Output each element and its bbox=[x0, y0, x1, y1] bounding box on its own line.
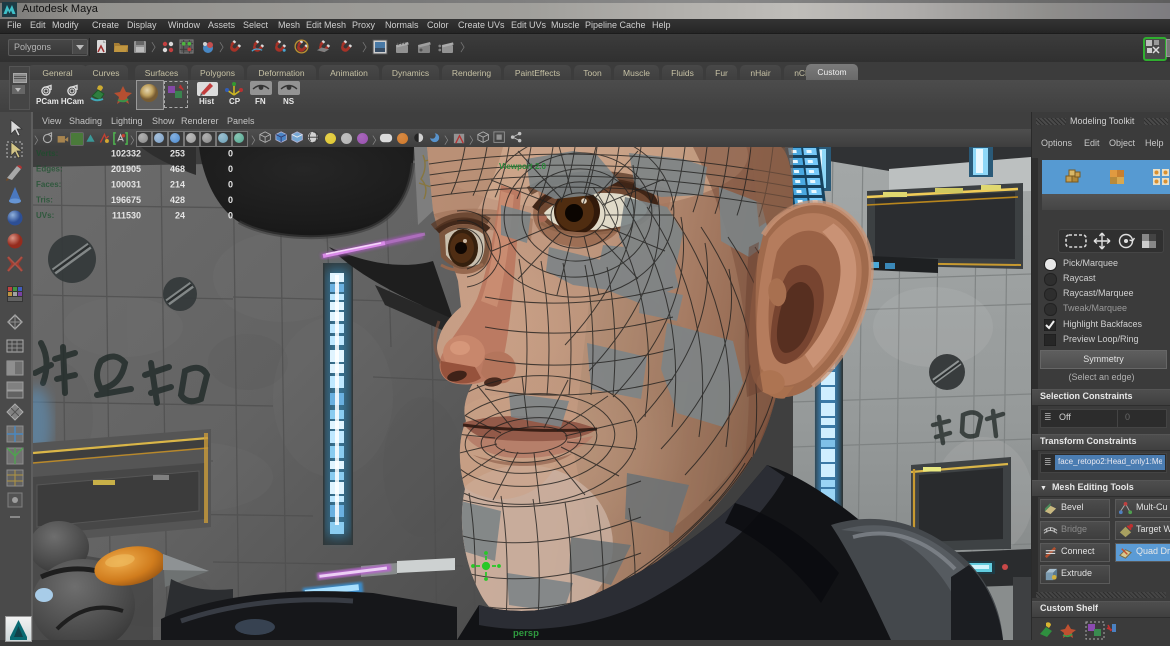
svg-text:Faces:: Faces: bbox=[36, 180, 61, 189]
svg-text:428: 428 bbox=[170, 195, 185, 205]
svg-text:24: 24 bbox=[175, 211, 185, 221]
svg-text:UVs:: UVs: bbox=[36, 211, 54, 220]
svg-text:0: 0 bbox=[228, 149, 233, 159]
svg-text:201905: 201905 bbox=[111, 164, 141, 174]
svg-text:253: 253 bbox=[170, 149, 185, 159]
svg-text:Edges:: Edges: bbox=[36, 165, 63, 174]
svg-text:0: 0 bbox=[228, 164, 233, 174]
svg-text:468: 468 bbox=[170, 164, 185, 174]
svg-text:Tris:: Tris: bbox=[36, 196, 53, 205]
svg-text:Verts:: Verts: bbox=[36, 149, 58, 158]
svg-text:0: 0 bbox=[228, 195, 233, 205]
svg-text:196675: 196675 bbox=[111, 195, 141, 205]
svg-text:214: 214 bbox=[170, 180, 185, 190]
svg-text:persp: persp bbox=[513, 628, 539, 639]
svg-text:102332: 102332 bbox=[111, 149, 141, 159]
svg-text:100031: 100031 bbox=[111, 180, 141, 190]
svg-text:Viewport 2.0: Viewport 2.0 bbox=[499, 162, 547, 171]
svg-text:0: 0 bbox=[228, 211, 233, 221]
svg-text:111530: 111530 bbox=[112, 211, 141, 221]
svg-text:0: 0 bbox=[228, 180, 233, 190]
